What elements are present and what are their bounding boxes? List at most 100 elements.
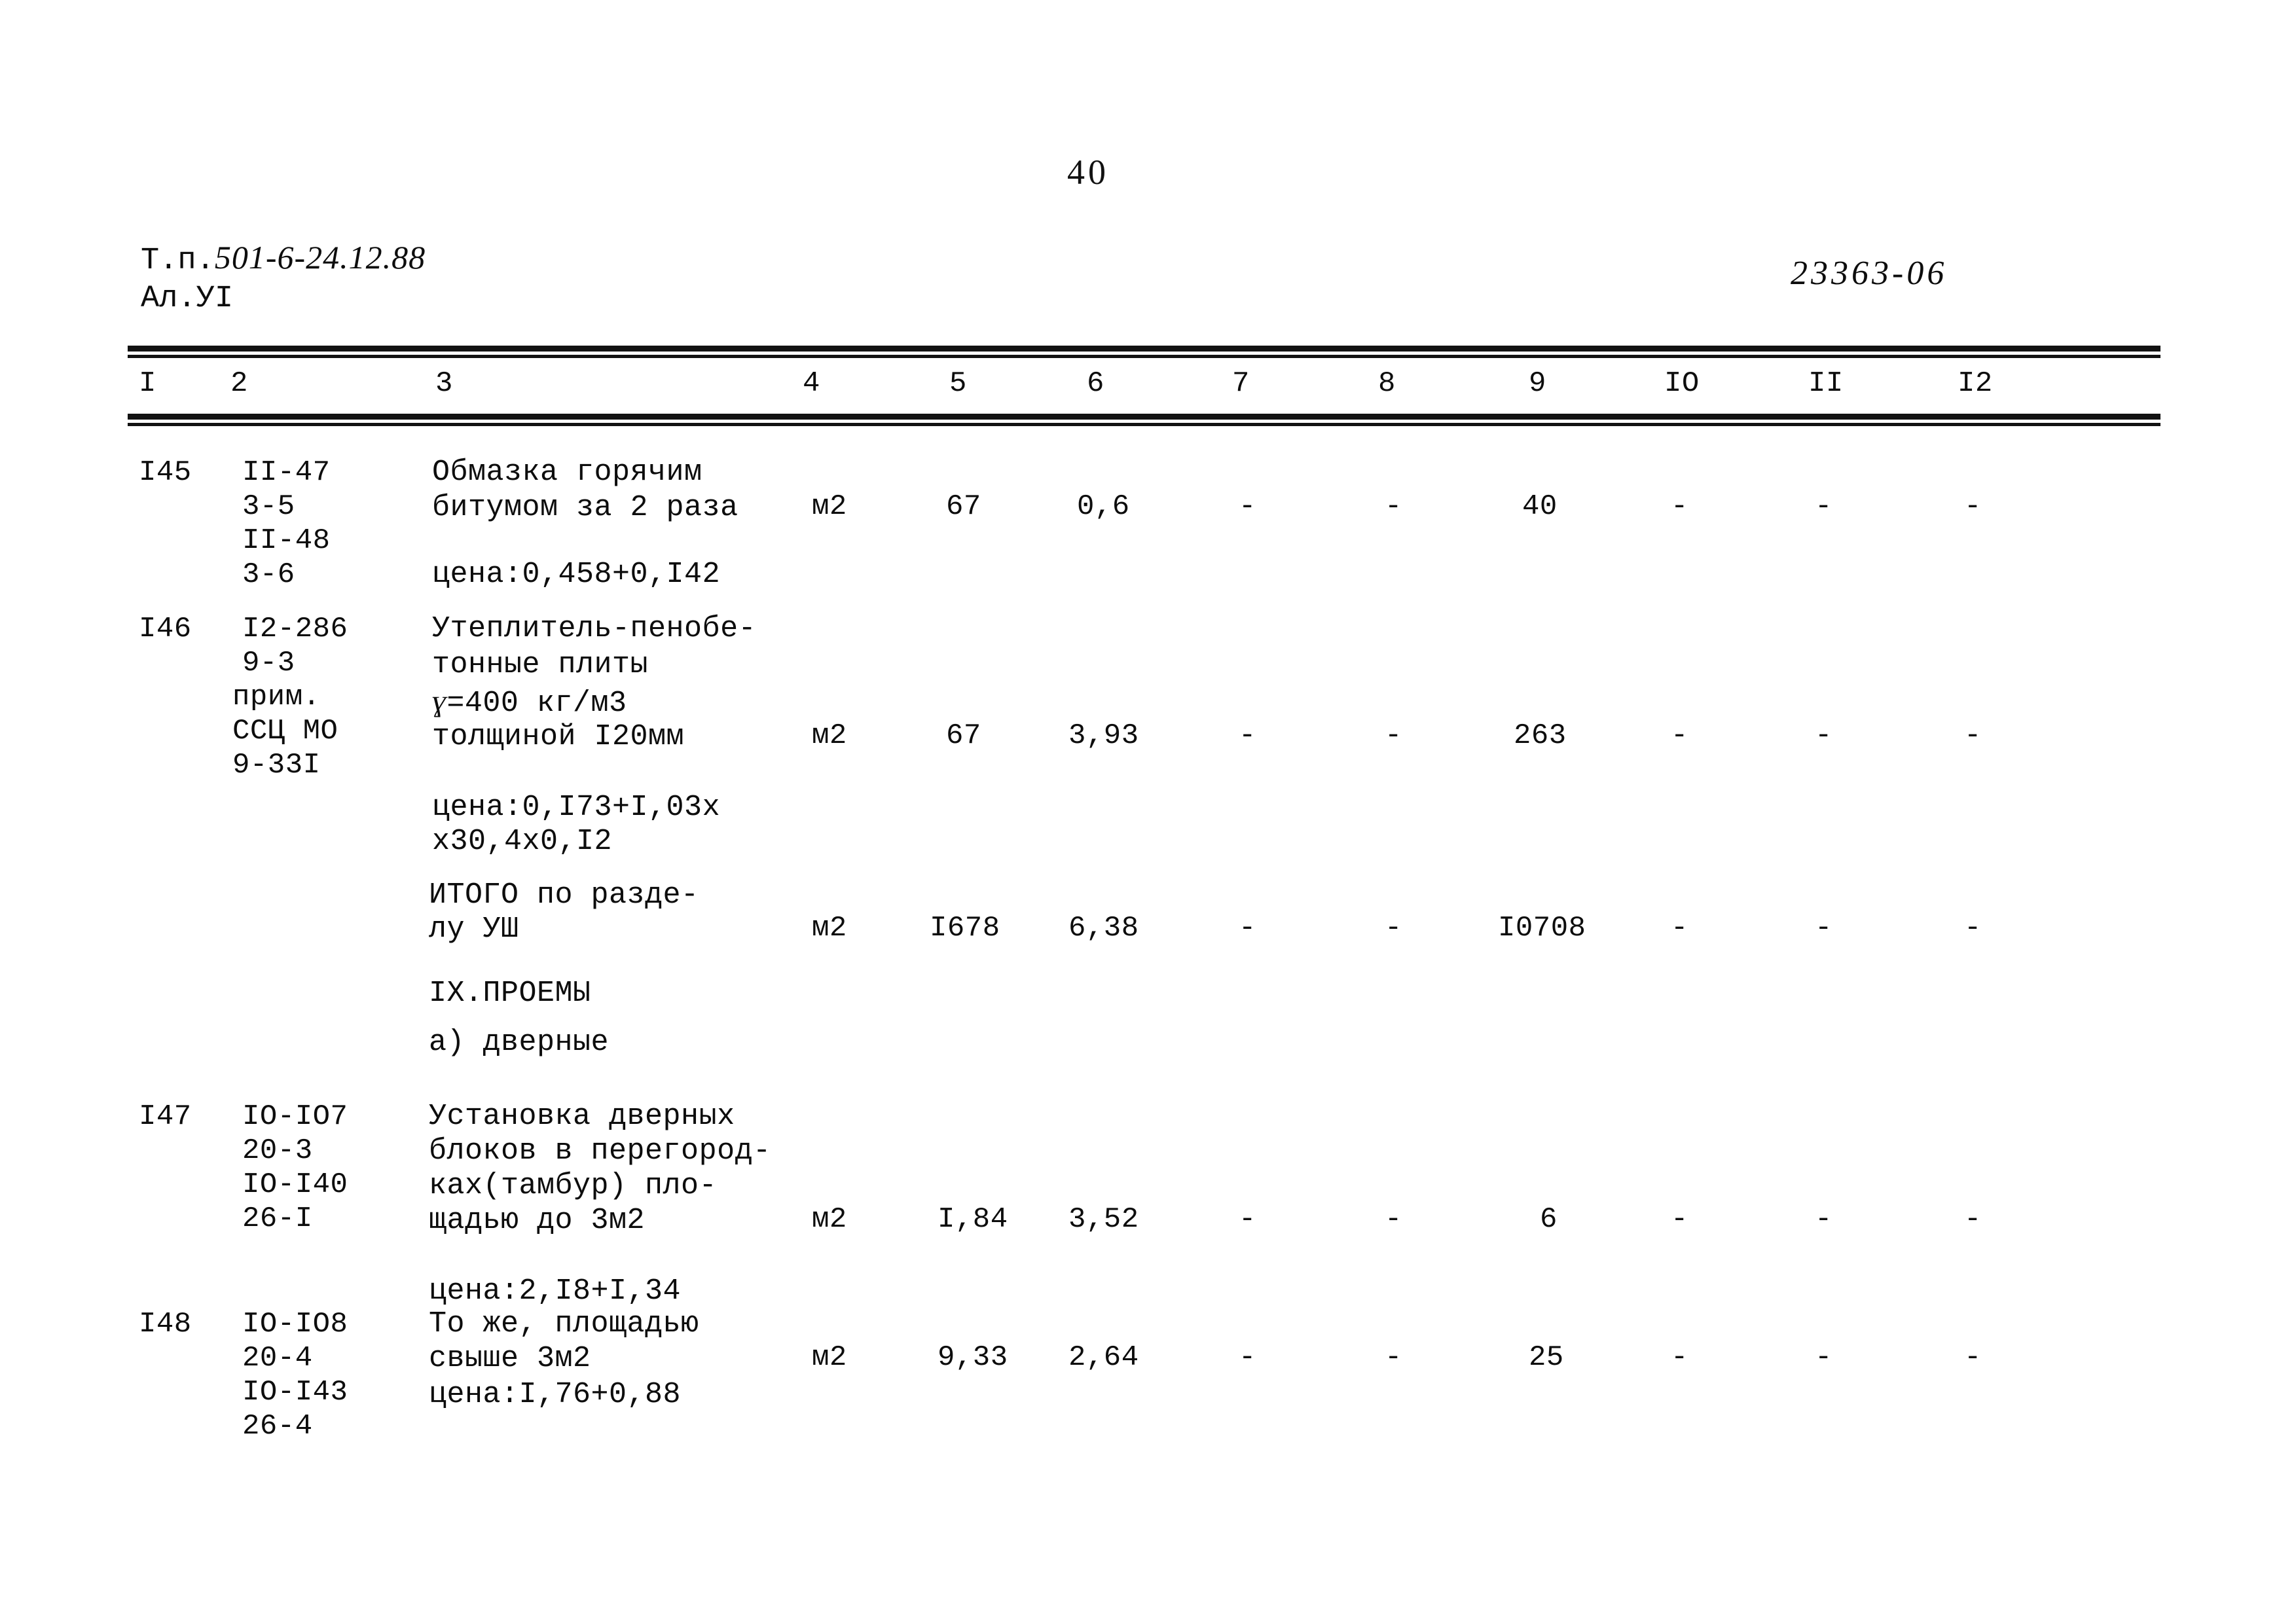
row-value-c10: -: [1671, 1203, 1688, 1236]
total-label-line: лу УШ: [429, 912, 519, 946]
row-code-2: 3-5: [242, 490, 295, 523]
total-value-c7: -: [1239, 912, 1256, 945]
gamma-symbol: ɣ: [432, 684, 447, 717]
total-value-c11: -: [1815, 912, 1832, 945]
row-price-note: цена:2,I8+I,34: [429, 1274, 682, 1308]
column-header-3: 3: [435, 367, 453, 400]
row-value-c6: 2,64: [1068, 1341, 1139, 1374]
row-code-1: I2-286: [242, 613, 348, 645]
row-value-c10: -: [1671, 1341, 1688, 1374]
row-value-c8: -: [1385, 490, 1402, 523]
total-value-c12: -: [1964, 912, 1982, 945]
row-number: I48: [139, 1308, 192, 1341]
row-value-c7: -: [1239, 1341, 1256, 1374]
row-description-line: Обмазка горячим: [432, 456, 702, 489]
row-value-c10: -: [1671, 719, 1688, 752]
column-header-9: 9: [1529, 367, 1546, 400]
column-header-2: 2: [230, 367, 248, 400]
row-code-4: 3-6: [242, 558, 295, 591]
row-number: I46: [139, 613, 192, 645]
column-header-5: 5: [949, 367, 967, 400]
column-header-4: 4: [803, 367, 820, 400]
row-value-c11: -: [1815, 719, 1832, 752]
row-description-line: свыше 3м2: [429, 1342, 591, 1375]
total-value-c5: I678: [930, 912, 1000, 945]
row-unit: м2: [812, 719, 847, 752]
row-code-2: 20-3: [242, 1134, 313, 1167]
row-description-density: ɣ=400 кг/м3: [432, 683, 627, 722]
column-header-8: 8: [1378, 367, 1396, 400]
row-code-2: 20-4: [242, 1342, 313, 1375]
row-code-1: II-47: [242, 456, 331, 489]
row-code-3: II-48: [242, 524, 331, 557]
row-description-line: Утеплитель-пенобе-: [432, 612, 757, 645]
row-value-c6: 3,93: [1068, 719, 1139, 752]
row-code-3: прим.: [232, 681, 321, 713]
row-description-line: тонные плиты: [432, 648, 649, 681]
row-value-c5: 9,33: [938, 1341, 1008, 1374]
row-unit: м2: [812, 1203, 847, 1236]
column-header-12: I2: [1958, 367, 1993, 400]
row-price-note: цена:0,I73+I,03х: [432, 791, 721, 824]
row-description-line: щадью до 3м2: [429, 1204, 646, 1237]
row-description-line: толщиной I20мм: [432, 720, 685, 753]
column-header-1: I: [139, 367, 156, 400]
row-value-c7: -: [1239, 490, 1256, 523]
total-label-line: ИТОГО по разде-: [429, 878, 699, 912]
row-code-4: 26-4: [242, 1410, 313, 1443]
row-value-c8: -: [1385, 719, 1402, 752]
total-value-c6: 6,38: [1068, 912, 1139, 945]
row-value-c9: 6: [1540, 1203, 1558, 1236]
row-code-2: 9-3: [242, 647, 295, 679]
row-value-c10: -: [1671, 490, 1688, 523]
row-price-note: цена:0,458+0,I42: [432, 558, 721, 591]
row-value-c11: -: [1815, 490, 1832, 523]
total-value-c10: -: [1671, 912, 1688, 945]
specification-table: I 2 3 4 5 6 7 8 9 IO II I2 I45 II-47 3-5…: [0, 0, 2296, 1624]
row-code-5: 9-33I: [232, 749, 321, 782]
row-description-line: битумом за 2 раза: [432, 491, 738, 524]
row-code-3: IO-I40: [242, 1168, 348, 1201]
row-code-1: IO-IO8: [242, 1308, 348, 1341]
row-value-c5: 67: [946, 719, 981, 752]
row-code-1: IO-IO7: [242, 1100, 348, 1133]
row-value-c11: -: [1815, 1341, 1832, 1374]
document-page: 40 Т.п.501-6-24.12.88 Ал.УI 23363-06 I 2…: [0, 0, 2296, 1624]
row-code-4: ССЦ МО: [232, 715, 338, 748]
row-description-line: То же, площадью: [429, 1307, 699, 1341]
row-description-line: ках(тамбур) пло-: [429, 1169, 718, 1202]
row-value-c9: 25: [1529, 1341, 1564, 1374]
row-price-note-cont: х30,4х0,I2: [432, 825, 613, 858]
section-heading: IX.ПРОЕМЫ: [429, 977, 591, 1010]
row-description-line: блоков в перегород-: [429, 1134, 771, 1168]
row-value-c5: I,84: [938, 1203, 1008, 1236]
column-header-7: 7: [1232, 367, 1250, 400]
total-value-c8: -: [1385, 912, 1402, 945]
row-value-c6: 0,6: [1077, 490, 1130, 523]
row-value-c8: -: [1385, 1341, 1402, 1374]
row-value-c6: 3,52: [1068, 1203, 1139, 1236]
row-value-c9: 263: [1514, 719, 1567, 752]
column-header-6: 6: [1087, 367, 1104, 400]
column-header-11: II: [1808, 367, 1844, 400]
row-number: I47: [139, 1100, 192, 1133]
row-number: I45: [139, 456, 192, 489]
row-value-c5: 67: [946, 490, 981, 523]
row-description-line: Установка дверных: [429, 1100, 735, 1133]
row-value-c7: -: [1239, 719, 1256, 752]
row-unit: м2: [812, 1341, 847, 1374]
total-unit: м2: [812, 912, 847, 945]
section-subheading: а) дверные: [429, 1026, 610, 1059]
row-code-4: 26-I: [242, 1202, 313, 1235]
row-value-c8: -: [1385, 1203, 1402, 1236]
total-value-c9: I0708: [1498, 912, 1586, 945]
row-value-c12: -: [1964, 1203, 1982, 1236]
row-value-c12: -: [1964, 1341, 1982, 1374]
row-value-c12: -: [1964, 490, 1982, 523]
row-value-c7: -: [1239, 1203, 1256, 1236]
row-value-c9: 40: [1522, 490, 1558, 523]
row-price-note: цена:I,76+0,88: [429, 1378, 682, 1411]
row-description-line: =400 кг/м3: [446, 687, 627, 720]
row-code-3: IO-I43: [242, 1376, 348, 1409]
row-value-c11: -: [1815, 1203, 1832, 1236]
